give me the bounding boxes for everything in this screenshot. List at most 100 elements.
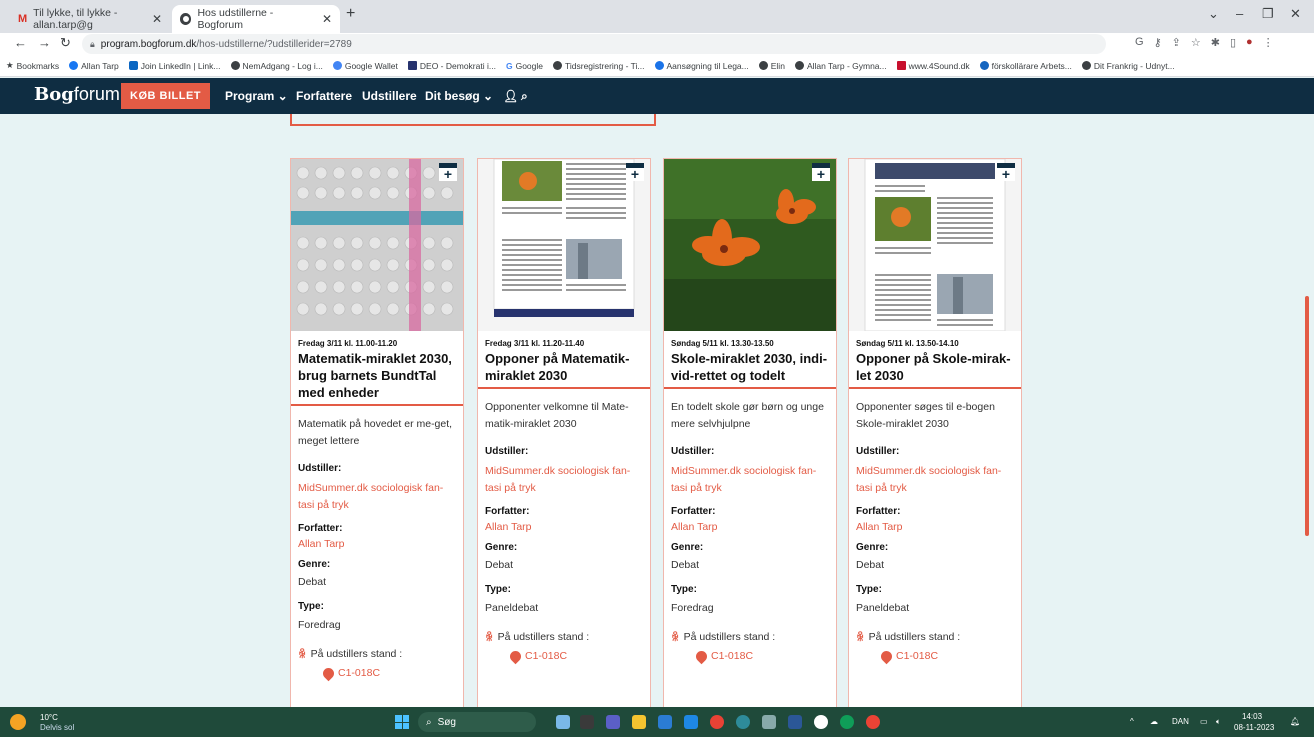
tab-bogforum[interactable]: Hos udstillerne - Bogforum ✕	[172, 5, 340, 33]
chevron-up-icon[interactable]: ^	[1130, 717, 1134, 726]
event-card[interactable]: + Søndag 5/11 kl. 13.50-14.10 Opponer på…	[848, 158, 1022, 718]
restore-button[interactable]: ❐	[1262, 6, 1274, 22]
tab-gmail[interactable]: M Til lykke, til lykke - allan.tarp@g ✕	[10, 5, 170, 33]
share-icon[interactable]: ⇪	[1172, 36, 1181, 49]
z-icon	[654, 61, 664, 70]
bookmark-item[interactable]: Allan Tarp	[69, 61, 119, 71]
forward-icon[interactable]: →	[38, 35, 51, 50]
bookmark-item[interactable]: Google Wallet	[332, 61, 398, 71]
buy-ticket-button[interactable]: KØB BILLET	[121, 83, 210, 109]
close-tab-icon[interactable]: ✕	[322, 12, 332, 26]
stand-link[interactable]: C1-018C	[693, 648, 753, 664]
page-scrollbar[interactable]	[1305, 296, 1309, 536]
bookmark-item[interactable]: Dit Frankrig - Udnyt...	[1081, 61, 1175, 71]
bookmark-item[interactable]: DEO - Demokrati i...	[407, 61, 496, 71]
bookmark-item[interactable]: Tidsregistrering - Ti...	[553, 61, 645, 71]
menu-forfattere[interactable]: Forfattere	[296, 89, 352, 103]
weather-desc[interactable]: Delvis sol	[40, 723, 74, 732]
author-link[interactable]: Allan Tarp	[298, 536, 458, 553]
event-card[interactable]: + Fredag 3/11 kl. 11.00-11.20 Matematik-…	[290, 158, 464, 718]
copilot-icon[interactable]	[556, 715, 570, 729]
author-link[interactable]: Allan Tarp	[485, 519, 645, 536]
reload-icon[interactable]: ↻	[60, 35, 71, 51]
add-to-calendar-icon[interactable]: +	[812, 163, 830, 181]
facebook-icon	[69, 61, 79, 70]
user-icon[interactable]: 👤︎	[503, 89, 518, 103]
minimize-button[interactable]: –	[1236, 6, 1243, 21]
event-title[interactable]: Opponer på Skole-mirak-let 2030	[856, 350, 1018, 384]
event-title[interactable]: Opponer på Matematik-miraklet 2030	[485, 350, 647, 384]
back-icon[interactable]: ←	[14, 35, 27, 50]
menu-udstillere[interactable]: Udstillere	[362, 89, 417, 103]
bookmarks-bar: ★ Bookmarks Allan Tarp Join LinkedIn | Li…	[0, 55, 1314, 77]
app-icon[interactable]	[736, 715, 750, 729]
menu-dit-besog[interactable]: Dit besøg ⌄	[425, 89, 493, 103]
teams-icon[interactable]	[606, 715, 620, 729]
add-to-calendar-icon[interactable]: +	[439, 163, 457, 181]
bookmark-item[interactable]: G Google	[506, 61, 543, 71]
type-label: Type:	[671, 584, 697, 595]
bookmark-item[interactable]: Join LinkedIn | Link...	[128, 61, 221, 71]
monitor-icon[interactable]: ▭	[1200, 717, 1208, 726]
bookmark-item[interactable]: ★ Bookmarks	[6, 60, 59, 71]
bookmark-item[interactable]: förskollärare Arbets...	[979, 61, 1072, 71]
file-explorer-icon[interactable]	[632, 715, 646, 729]
extensions-icon[interactable]: ✱	[1211, 36, 1220, 49]
chrome-active-icon[interactable]	[866, 715, 880, 729]
cloud-icon[interactable]: ☁	[1150, 717, 1158, 726]
event-title[interactable]: Skole-miraklet 2030, indi-vid-rettet og …	[671, 350, 833, 384]
exhibitor-link[interactable]: MidSummer.dk sociologisk fan-tasi på try…	[671, 463, 831, 497]
address-bar[interactable]: 🔒︎ program.bogforum.dk /hos-udstillerne/…	[82, 34, 1106, 54]
language-indicator[interactable]: DAN	[1172, 717, 1189, 726]
bookmark-item[interactable]: Elin	[758, 61, 785, 71]
chrome-icon[interactable]	[710, 715, 724, 729]
sidepanel-icon[interactable]: ▯	[1230, 36, 1236, 49]
notification-icon[interactable]: 🔔︎	[1290, 717, 1300, 726]
stand-link[interactable]: C1-018C	[320, 665, 380, 681]
windows-start-icon[interactable]	[395, 715, 409, 729]
close-tab-icon[interactable]: ✕	[152, 12, 162, 26]
exhibitor-link[interactable]: MidSummer.dk sociologisk fan-tasi på try…	[485, 463, 645, 497]
stand-link[interactable]: C1-018C	[507, 648, 567, 664]
clock-date[interactable]: 08-11-2023	[1234, 723, 1274, 732]
edge-icon[interactable]	[840, 715, 854, 729]
weather-temp[interactable]: 10°C	[40, 713, 58, 722]
bookmark-item[interactable]: NemAdgang - Log i...	[230, 61, 323, 71]
star-icon[interactable]: ☆	[1191, 36, 1201, 49]
word-icon[interactable]	[788, 715, 802, 729]
menu-icon[interactable]: ⋮	[1263, 36, 1274, 49]
google-icon[interactable]: G	[1135, 36, 1144, 49]
media-icon[interactable]	[814, 715, 828, 729]
event-card[interactable]: + Fredag 3/11 kl. 11.20-11.40 Opponer på…	[477, 158, 651, 718]
new-tab-button[interactable]: +	[346, 5, 355, 23]
bogforum-logo[interactable]: Bogforum	[34, 84, 120, 105]
close-window-button[interactable]: ✕	[1290, 6, 1301, 22]
stand-link[interactable]: C1-018C	[878, 648, 938, 664]
add-to-calendar-icon[interactable]: +	[626, 163, 644, 181]
exhibitor-link[interactable]: MidSummer.dk sociologisk fan-tasi på try…	[856, 463, 1016, 497]
menu-program[interactable]: Program ⌄	[225, 89, 288, 103]
bookmark-item[interactable]: Allan Tarp - Gymna...	[794, 61, 887, 71]
genre-value: Debat	[856, 559, 885, 571]
bookmark-item[interactable]: Aansøgning til Lega...	[654, 61, 749, 71]
event-card[interactable]: + Søndag 5/11 kl. 13.30-13.50 Skole-mira…	[663, 158, 837, 718]
profile-avatar[interactable]: ●	[1246, 36, 1253, 49]
calculator-icon[interactable]	[762, 715, 776, 729]
key-icon[interactable]: ⚷	[1154, 36, 1162, 49]
mail-icon[interactable]	[684, 715, 698, 729]
taskbar-search[interactable]: ⌕ Søg	[418, 712, 536, 732]
clock-time[interactable]: 14:03	[1242, 712, 1262, 721]
author-link[interactable]: Allan Tarp	[856, 519, 1016, 536]
search-icon[interactable]: ⌕	[521, 89, 528, 104]
event-time: Søndag 5/11 kl. 13.30-13.50	[671, 339, 774, 348]
weather-icon[interactable]	[10, 714, 26, 730]
tab-search-icon[interactable]: ⌄	[1208, 6, 1219, 22]
volume-icon[interactable]: 🔈︎	[1216, 717, 1221, 727]
event-title[interactable]: Matematik-miraklet 2030, brug barnets Bu…	[298, 350, 460, 401]
task-view-icon[interactable]	[580, 715, 594, 729]
bookmark-item[interactable]: www.4Sound.dk	[896, 61, 970, 71]
add-to-calendar-icon[interactable]: +	[997, 163, 1015, 181]
exhibitor-link[interactable]: MidSummer.dk sociologisk fan-tasi på try…	[298, 480, 458, 514]
store-icon[interactable]	[658, 715, 672, 729]
author-link[interactable]: Allan Tarp	[671, 519, 831, 536]
